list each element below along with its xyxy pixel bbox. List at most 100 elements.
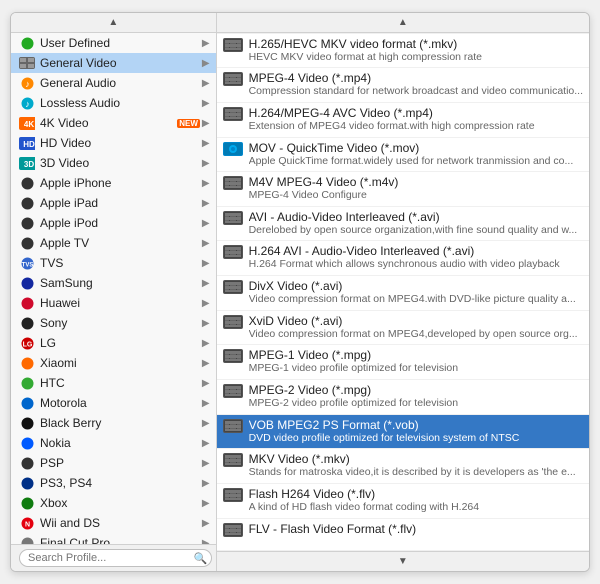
left-item-3d-video[interactable]: 3D3D Video▶ bbox=[11, 153, 216, 173]
left-item-nokia[interactable]: Nokia▶ bbox=[11, 433, 216, 453]
svg-text:LG: LG bbox=[22, 341, 32, 348]
right-item-text: VOB MPEG2 PS Format (*.vob)DVD video pro… bbox=[249, 418, 583, 446]
left-item-wii-ds[interactable]: NWii and DS▶ bbox=[11, 513, 216, 533]
right-item-text: MOV - QuickTime Video (*.mov)Apple Quick… bbox=[249, 141, 583, 169]
left-item-xiaomi[interactable]: Xiaomi▶ bbox=[11, 353, 216, 373]
item-label-apple-ipod: Apple iPod bbox=[40, 216, 200, 230]
arrow-icon: ▶ bbox=[202, 78, 210, 89]
right-item-text: MPEG-2 Video (*.mpg)MPEG-2 video profile… bbox=[249, 383, 583, 411]
left-item-apple-iphone[interactable]: Apple iPhone▶ bbox=[11, 173, 216, 193]
right-item-divx-avi[interactable]: DivX Video (*.avi)Video compression form… bbox=[217, 276, 589, 311]
right-scroll-down[interactable]: ▼ bbox=[217, 551, 589, 571]
item-label-apple-tv: Apple TV bbox=[40, 236, 200, 250]
left-item-htc[interactable]: HTC▶ bbox=[11, 373, 216, 393]
item-label-user-defined: User Defined bbox=[40, 36, 200, 50]
right-item-m4v-mpeg4[interactable]: M4V MPEG-4 Video (*.m4v)MPEG-4 Video Con… bbox=[217, 172, 589, 207]
item-label-final-cut-pro: Final Cut Pro bbox=[40, 536, 200, 544]
item-label-huawei: Huawei bbox=[40, 296, 200, 310]
left-item-xbox[interactable]: Xbox▶ bbox=[11, 493, 216, 513]
chevron-up-right-icon: ▲ bbox=[398, 17, 408, 28]
right-item-vob-mpeg2[interactable]: VOB MPEG2 PS Format (*.vob)DVD video pro… bbox=[217, 415, 589, 450]
left-item-samsung[interactable]: SamSung▶ bbox=[11, 273, 216, 293]
search-input[interactable] bbox=[19, 549, 212, 567]
item-icon-tvs: TVS bbox=[19, 256, 35, 270]
right-item-text: MPEG-4 Video (*.mp4)Compression standard… bbox=[249, 71, 583, 99]
left-item-user-defined[interactable]: User Defined▶ bbox=[11, 33, 216, 53]
new-badge: NEW bbox=[177, 119, 200, 128]
right-item-desc: Apple QuickTime format.widely used for n… bbox=[249, 155, 583, 169]
left-item-huawei[interactable]: Huawei▶ bbox=[11, 293, 216, 313]
profile-selector: ▲ User Defined▶General Video▶♪General Au… bbox=[10, 12, 590, 572]
right-item-icon bbox=[223, 142, 243, 162]
right-item-h264-avc[interactable]: H.264/MPEG-4 AVC Video (*.mp4)Extension … bbox=[217, 103, 589, 138]
right-item-mpeg4-mp4[interactable]: MPEG-4 Video (*.mp4)Compression standard… bbox=[217, 68, 589, 103]
item-icon-3d-video: 3D bbox=[19, 156, 35, 170]
item-icon-xiaomi bbox=[19, 356, 35, 370]
left-item-lossless-audio[interactable]: ♪Lossless Audio▶ bbox=[11, 93, 216, 113]
arrow-icon: ▶ bbox=[202, 38, 210, 49]
left-item-general-video[interactable]: General Video▶ bbox=[11, 53, 216, 73]
left-item-blackberry[interactable]: Black Berry▶ bbox=[11, 413, 216, 433]
item-icon-apple-ipod bbox=[19, 216, 35, 230]
item-icon-apple-ipad bbox=[19, 196, 35, 210]
left-item-apple-tv[interactable]: Apple TV▶ bbox=[11, 233, 216, 253]
item-label-xiaomi: Xiaomi bbox=[40, 356, 200, 370]
right-item-flash-h264[interactable]: Flash H264 Video (*.flv)A kind of HD fla… bbox=[217, 484, 589, 519]
item-icon-wii-ds: N bbox=[19, 516, 35, 530]
left-item-4k-video[interactable]: 4K4K VideoNEW▶ bbox=[11, 113, 216, 133]
left-item-tvs[interactable]: TVSTVS▶ bbox=[11, 253, 216, 273]
right-list[interactable]: H.265/HEVC MP4 video format (*.mp4)HEVC … bbox=[217, 33, 589, 551]
right-item-icon bbox=[223, 107, 243, 127]
arrow-icon: ▶ bbox=[202, 418, 210, 429]
right-item-text: M4V MPEG-4 Video (*.m4v)MPEG-4 Video Con… bbox=[249, 175, 583, 203]
right-item-desc: Compression standard for network broadca… bbox=[249, 85, 583, 99]
right-item-title: MPEG-1 Video (*.mpg) bbox=[249, 348, 583, 362]
left-scroll-up[interactable]: ▲ bbox=[11, 13, 216, 33]
item-icon-4k-video: 4K bbox=[19, 116, 35, 130]
left-item-ps3-ps4[interactable]: PS3, PS4▶ bbox=[11, 473, 216, 493]
right-item-flv-flash[interactable]: FLV - Flash Video Format (*.flv) bbox=[217, 519, 589, 551]
right-item-icon bbox=[223, 488, 243, 508]
item-icon-motorola bbox=[19, 396, 35, 410]
right-item-icon bbox=[223, 523, 243, 543]
arrow-icon: ▶ bbox=[202, 378, 210, 389]
left-item-lg[interactable]: LGLG▶ bbox=[11, 333, 216, 353]
left-item-hd-video[interactable]: HDHD Video▶ bbox=[11, 133, 216, 153]
right-item-title: FLV - Flash Video Format (*.flv) bbox=[249, 522, 583, 536]
item-icon-xbox bbox=[19, 496, 35, 510]
left-item-sony[interactable]: Sony▶ bbox=[11, 313, 216, 333]
item-label-general-video: General Video bbox=[40, 56, 200, 70]
right-item-h265-mkv[interactable]: H.265/HEVC MKV video format (*.mkv)HEVC … bbox=[217, 34, 589, 69]
left-item-apple-ipad[interactable]: Apple iPad▶ bbox=[11, 193, 216, 213]
arrow-icon: ▶ bbox=[202, 58, 210, 69]
right-item-xvid-avi[interactable]: XviD Video (*.avi)Video compression form… bbox=[217, 311, 589, 346]
item-label-apple-iphone: Apple iPhone bbox=[40, 176, 200, 190]
right-item-mkv-matroska[interactable]: MKV Video (*.mkv)Stands for matroska vid… bbox=[217, 449, 589, 484]
left-item-motorola[interactable]: Motorola▶ bbox=[11, 393, 216, 413]
left-list[interactable]: User Defined▶General Video▶♪General Audi… bbox=[11, 33, 216, 544]
left-item-psp[interactable]: PSP▶ bbox=[11, 453, 216, 473]
right-scroll-up[interactable]: ▲ bbox=[217, 13, 589, 33]
right-item-title: MOV - QuickTime Video (*.mov) bbox=[249, 141, 583, 155]
right-item-mpeg2-mpg[interactable]: MPEG-2 Video (*.mpg)MPEG-2 video profile… bbox=[217, 380, 589, 415]
left-item-final-cut-pro[interactable]: Final Cut Pro▶ bbox=[11, 533, 216, 544]
svg-text:HD: HD bbox=[23, 140, 35, 149]
right-item-mov-qt[interactable]: MOV - QuickTime Video (*.mov)Apple Quick… bbox=[217, 138, 589, 173]
right-item-desc: Extension of MPEG4 video format.with hig… bbox=[249, 120, 583, 134]
right-item-icon bbox=[223, 419, 243, 439]
right-item-desc: Video compression format on MPEG4.with D… bbox=[249, 293, 583, 307]
arrow-icon: ▶ bbox=[202, 458, 210, 469]
item-icon-htc bbox=[19, 376, 35, 390]
right-item-title: H.265/HEVC MKV video format (*.mkv) bbox=[249, 37, 583, 51]
item-icon-final-cut-pro bbox=[19, 536, 35, 544]
right-item-mpeg1-mpg[interactable]: MPEG-1 Video (*.mpg)MPEG-1 video profile… bbox=[217, 345, 589, 380]
right-item-title: MKV Video (*.mkv) bbox=[249, 452, 583, 466]
right-item-desc: MPEG-1 video profile optimized for telev… bbox=[249, 362, 583, 376]
item-label-ps3-ps4: PS3, PS4 bbox=[40, 476, 200, 490]
right-item-h264-avi[interactable]: H.264 AVI - Audio-Video Interleaved (*.a… bbox=[217, 241, 589, 276]
left-item-general-audio[interactable]: ♪General Audio▶ bbox=[11, 73, 216, 93]
right-item-avi-interleaved[interactable]: AVI - Audio-Video Interleaved (*.avi)Der… bbox=[217, 207, 589, 242]
arrow-icon: ▶ bbox=[202, 258, 210, 269]
left-item-apple-ipod[interactable]: Apple iPod▶ bbox=[11, 213, 216, 233]
item-label-samsung: SamSung bbox=[40, 276, 200, 290]
